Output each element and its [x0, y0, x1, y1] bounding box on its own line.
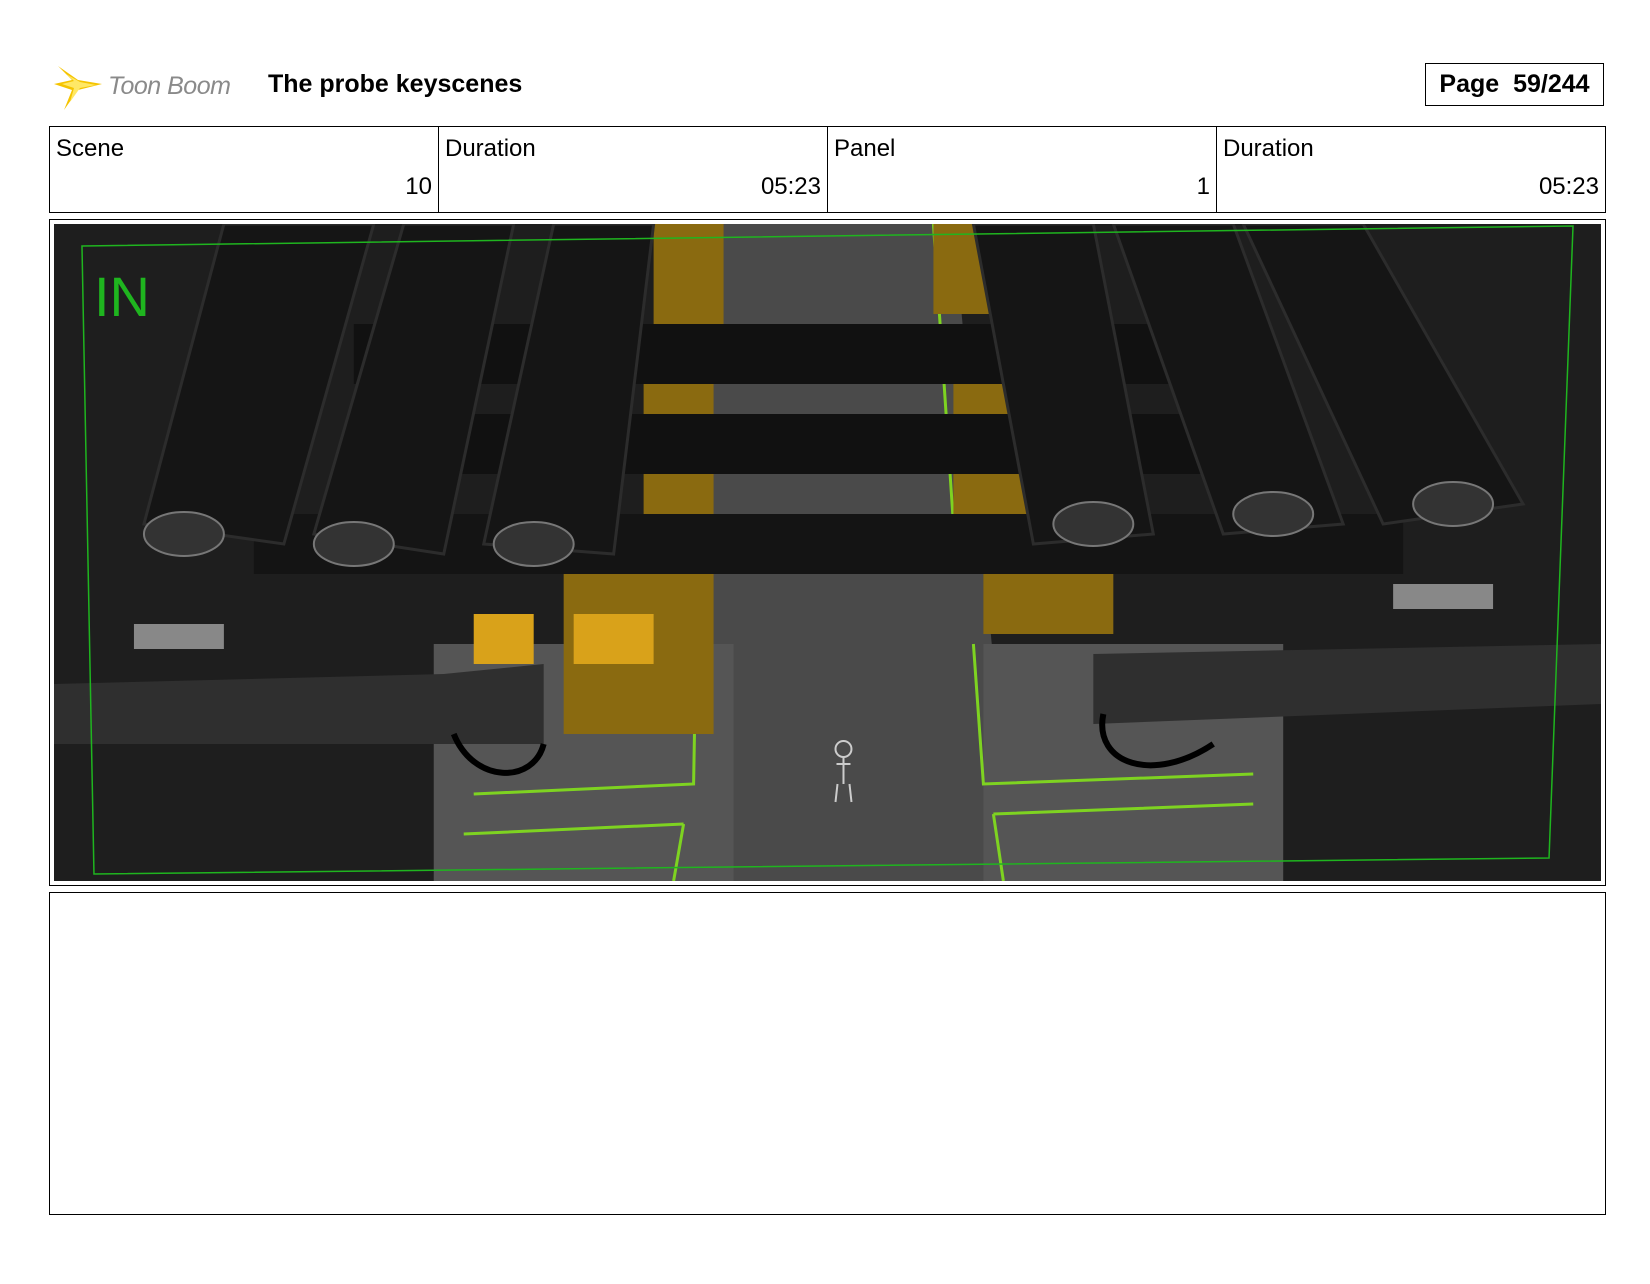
scene-value: 10 — [405, 173, 432, 200]
panel-label: Panel — [834, 135, 896, 162]
toon-boom-logo: Toon Boom — [52, 60, 231, 112]
scene-duration-cell: Duration 05:23 — [439, 127, 828, 212]
panel-duration-label: Duration — [1223, 135, 1314, 162]
scene-duration-value: 05:23 — [760, 173, 821, 200]
panel-value: 1 — [1196, 173, 1210, 200]
panel-cell: Panel 1 — [828, 127, 1217, 212]
scene-render — [54, 224, 1601, 881]
logo-text: Toon Boom — [108, 71, 231, 100]
page-value: 59/244 — [1513, 70, 1590, 98]
page-label: Page — [1439, 70, 1500, 98]
panel-image: IN — [54, 224, 1601, 881]
panel-info-table: Scene 10 Duration 05:23 Panel 1 Duration… — [49, 126, 1606, 213]
scene-duration-label: Duration — [445, 135, 536, 162]
in-marker-label: IN — [94, 265, 150, 328]
storyboard-panel: IN — [49, 219, 1606, 886]
page-indicator: Page 59/244 — [1425, 63, 1604, 106]
panel-duration-value: 05:23 — [1538, 173, 1599, 200]
starburst-icon — [54, 66, 102, 110]
scene-label: Scene — [56, 135, 125, 162]
panel-duration-cell: Duration 05:23 — [1217, 127, 1605, 212]
scene-cell: Scene 10 — [50, 127, 439, 212]
panel-notes-box[interactable] — [49, 892, 1606, 1215]
project-title: The probe keyscenes — [268, 70, 523, 98]
